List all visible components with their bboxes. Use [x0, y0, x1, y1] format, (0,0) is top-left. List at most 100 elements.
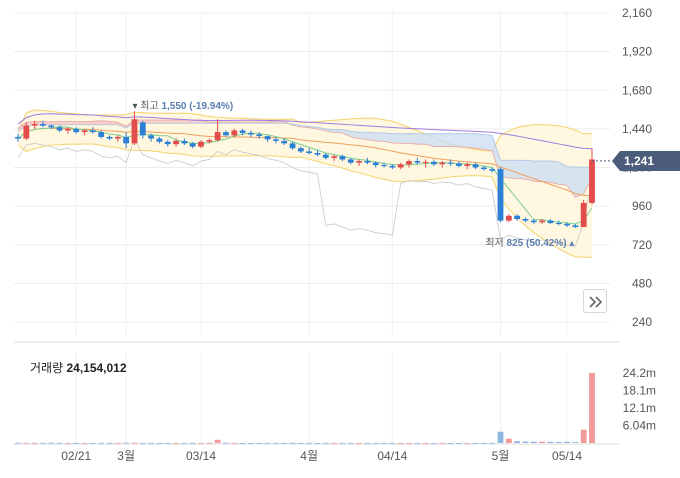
candle-body: [214, 132, 221, 141]
high-annotation: ▾ 최고 1,550 (-19.94%): [132, 100, 233, 112]
volume-bar: [189, 442, 196, 444]
candle-body: [289, 143, 296, 149]
volume-bar: [580, 429, 587, 443]
volume-bar: [497, 431, 504, 443]
candle-body: [364, 161, 371, 163]
ichimoku-cloud-segment: [450, 133, 459, 147]
price-tick-label: 1,680: [622, 83, 652, 97]
candle-body: [248, 132, 254, 135]
candle-body: [89, 130, 96, 133]
volume-bar: [314, 442, 321, 444]
candle-body: [231, 130, 238, 136]
volume-bar: [572, 442, 579, 443]
volume-bar: [248, 442, 254, 444]
candle-body: [239, 130, 246, 133]
ichimoku-cloud-segment: [159, 120, 168, 124]
ichimoku-cloud-segment: [475, 133, 484, 150]
volume-bar: [281, 442, 288, 444]
ichimoku-cloud-segment: [533, 161, 543, 182]
volume-bar: [522, 441, 529, 443]
candle-body: [306, 151, 313, 154]
volume-bar: [297, 442, 304, 444]
price-tick-label: 720: [632, 238, 652, 252]
price-tick-label: 240: [632, 315, 652, 329]
volume-bar: [23, 442, 30, 444]
volume-bar: [139, 442, 146, 444]
ichimoku-cloud-segment: [400, 133, 409, 144]
volume-bar: [356, 442, 362, 444]
volume-bar: [414, 442, 421, 444]
candle-body: [65, 128, 71, 131]
volume-bar: [547, 441, 554, 443]
candle-body: [81, 130, 88, 133]
ichimoku-cloud-segment: [467, 133, 476, 149]
scroll-right-button[interactable]: [583, 289, 607, 313]
candle-body: [447, 162, 454, 164]
volume-bar: [339, 442, 346, 444]
candle-body: [514, 215, 521, 219]
volume-bar: [173, 442, 179, 444]
candle-body: [164, 141, 171, 145]
double-chevron-right-icon: [589, 296, 603, 308]
candle-body: [139, 122, 146, 136]
ichimoku-cloud-segment: [408, 133, 418, 145]
candle-body: [339, 156, 346, 160]
volume-bar: [81, 442, 88, 444]
volume-bar: [56, 442, 63, 444]
candle-body: [156, 138, 163, 142]
candle-body: [455, 163, 462, 166]
volume-bar: [322, 442, 329, 444]
ichimoku-cloud-segment: [542, 161, 551, 183]
candle-body: [480, 167, 487, 170]
volume-bar: [256, 442, 263, 444]
volume-bar: [164, 442, 171, 444]
candle-body: [98, 132, 105, 137]
volume-bar: [98, 442, 105, 444]
ichimoku-cloud-segment: [517, 160, 526, 180]
candle-body: [431, 161, 437, 165]
candle-body: [564, 223, 570, 226]
volume-bar: [31, 442, 38, 444]
candle-body: [181, 140, 188, 144]
volume-bar: [114, 442, 121, 444]
volume-bar: [239, 442, 246, 444]
volume-bar: [214, 439, 221, 443]
ichimoku-cloud-segment: [550, 161, 559, 185]
volume-bar: [530, 441, 537, 443]
volume-bar: [89, 442, 96, 444]
candle-body: [580, 202, 587, 228]
date-tick-label: 5월: [492, 449, 510, 463]
volume-label: 거래량: [30, 361, 64, 375]
ichimoku-cloud-segment: [76, 121, 85, 125]
price-tick-label: 960: [632, 199, 652, 213]
date-tick-label: 05/14: [552, 449, 582, 463]
volume-bar: [480, 442, 487, 444]
candle-body: [31, 124, 38, 126]
candle-body: [472, 164, 479, 168]
high-annotation-label: ▾ 최고: [132, 100, 161, 112]
volume-bar: [231, 442, 238, 444]
candle-body: [389, 165, 396, 168]
ichimoku-cloud-segment: [176, 120, 185, 124]
date-tick-label: 04/14: [377, 449, 407, 463]
candle-body: [422, 161, 429, 163]
volume-bar: [364, 442, 371, 444]
ichimoku-cloud-segment: [375, 132, 385, 142]
low-annotation: 최저 825 (50.42%) ▴: [485, 237, 574, 249]
ichimoku-cloud-segment: [508, 160, 518, 179]
ichimoku-cloud-segment: [458, 133, 468, 148]
volume-bar: [40, 442, 46, 444]
candle-body: [331, 156, 338, 158]
candle-body: [173, 140, 179, 145]
ichimoku-cloud-segment: [151, 120, 160, 124]
candle-body: [148, 135, 155, 139]
candle-body: [547, 220, 554, 224]
candle-body: [223, 132, 229, 136]
candle-body: [505, 215, 512, 221]
volume-bar: [223, 442, 229, 444]
volume-value: 24,154,012: [66, 361, 127, 375]
candle-body: [198, 141, 204, 147]
date-tick-label: 02/21: [61, 449, 91, 463]
candle-body: [297, 148, 304, 152]
candle-body: [131, 119, 138, 144]
